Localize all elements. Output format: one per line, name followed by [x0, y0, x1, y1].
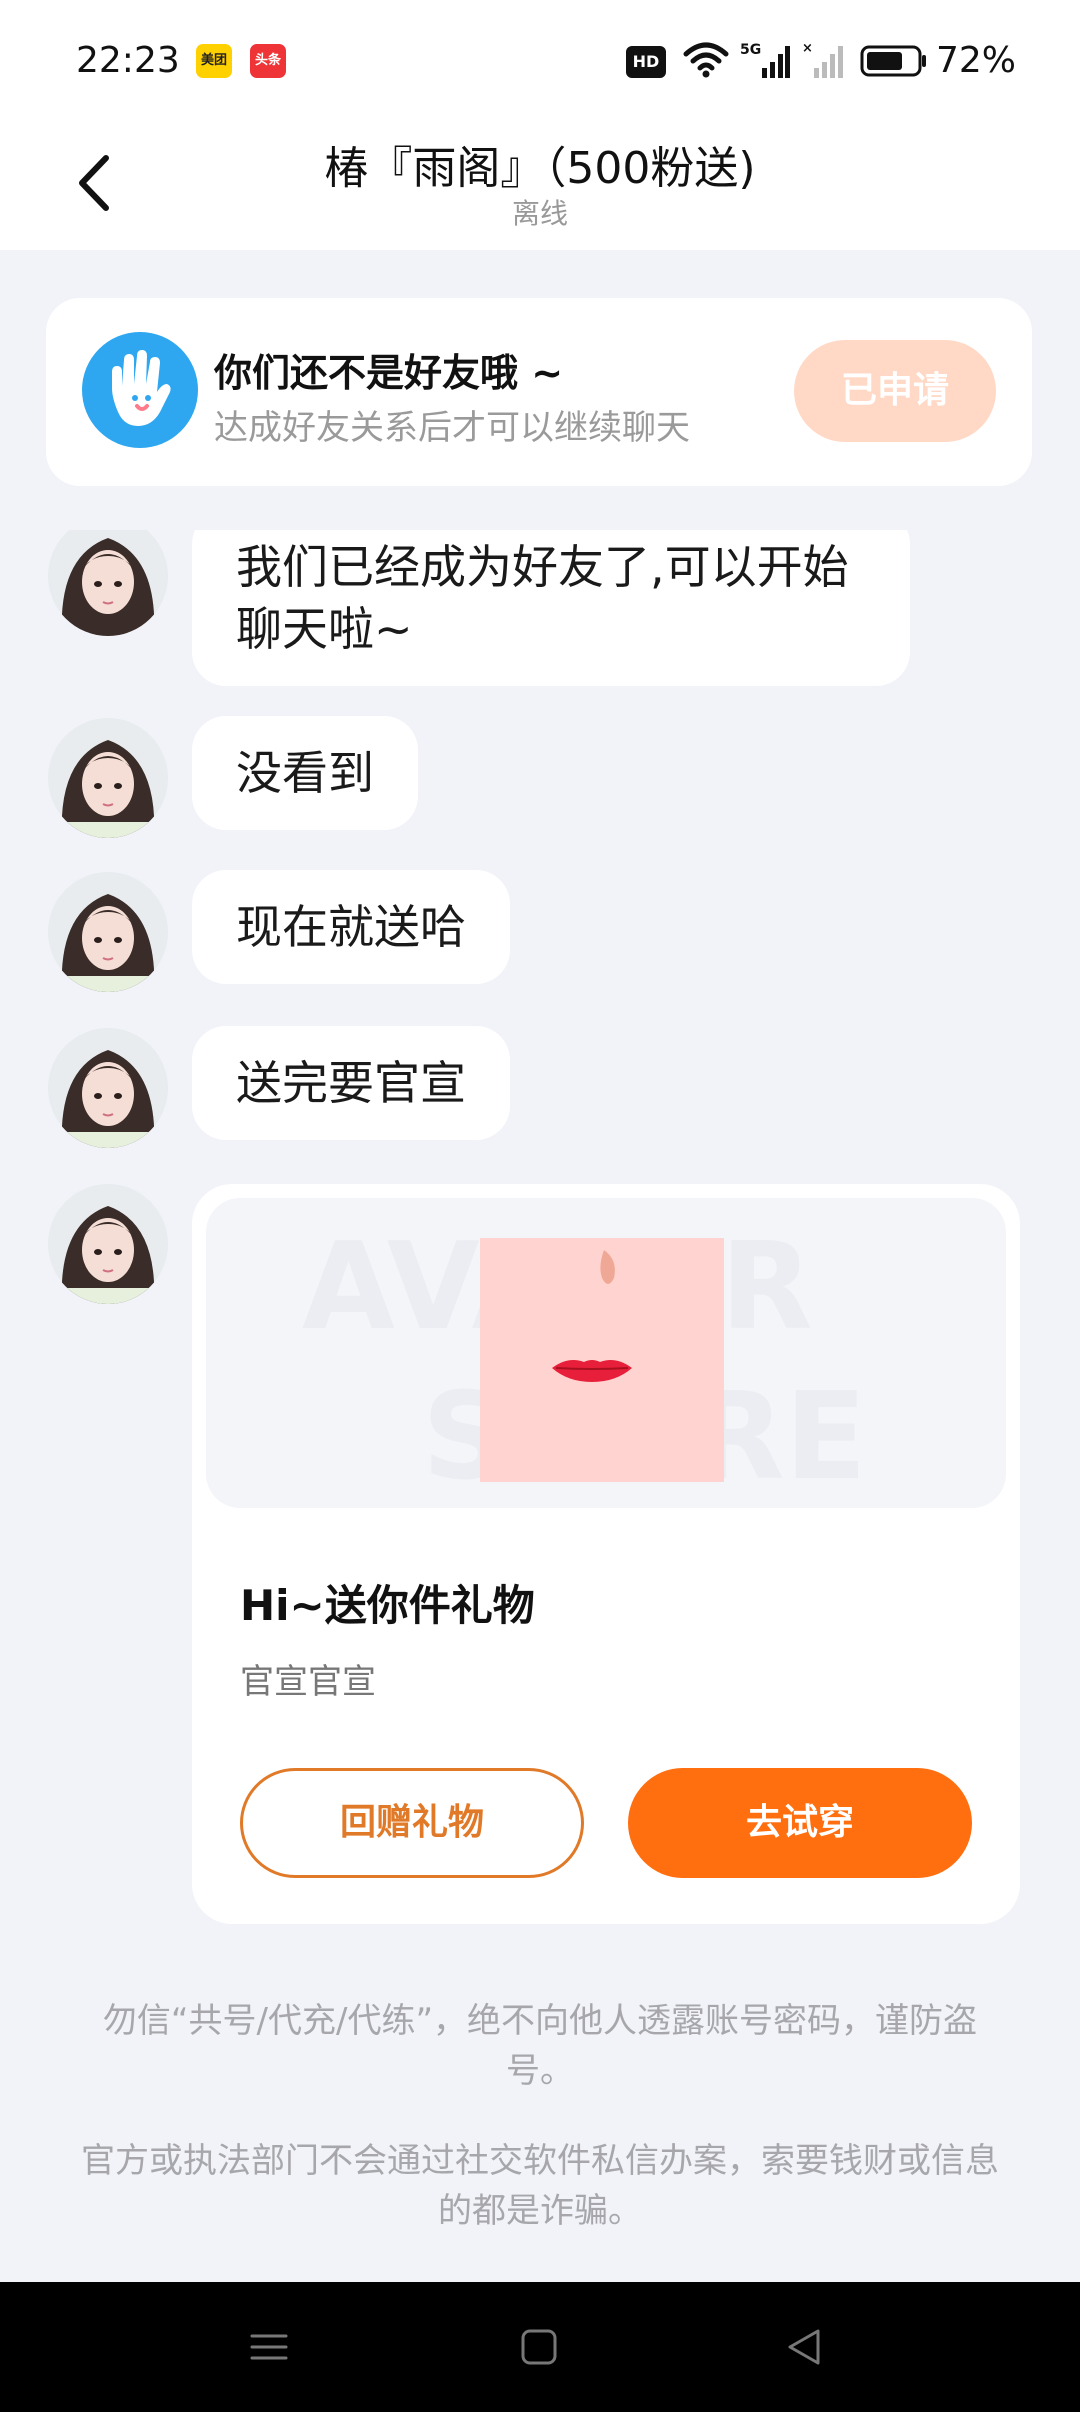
online-status: 离线	[511, 197, 568, 230]
chat-screen: 22:23 美团 头条 HD 5G × 72% 椿『雨阁』（500粉送) 离线 …	[0, 0, 1080, 2412]
battery-percent: 72%	[936, 40, 1017, 81]
toutiao-app-icon: 头条	[250, 44, 286, 78]
menu-icon[interactable]	[244, 2322, 294, 2372]
not-friends-banner: 你们还不是好友哦 ~ 达成好友关系后才可以继续聊天 已申请	[46, 298, 1032, 486]
gift-image-area[interactable]: AVATAR STORE	[206, 1198, 1006, 1508]
system-nav-bar	[0, 2282, 1080, 2412]
hd-icon: HD	[626, 46, 666, 78]
message-bubble[interactable]: 没看到	[192, 716, 418, 830]
safety-notice-account: 勿信“共号/代充/代练”，绝不向他人透露账号密码，谨防盗号。	[102, 2001, 978, 2091]
sender-avatar[interactable]	[48, 872, 168, 992]
sender-avatar[interactable]	[48, 530, 168, 636]
message-bubble[interactable]: 我们已经成为好友了,可以开始聊天啦~	[192, 530, 910, 686]
try-on-button[interactable]: 去试穿	[628, 1768, 972, 1878]
message-bubble[interactable]: 现在就送哈	[192, 870, 510, 984]
sender-avatar[interactable]	[48, 1028, 168, 1148]
gift-lip-makeup-image[interactable]	[480, 1238, 724, 1482]
gift-title: Hi~送你件礼物	[240, 1581, 535, 1630]
svg-text:5G: 5G	[740, 42, 761, 58]
banner-title: 你们还不是好友哦 ~	[214, 351, 564, 395]
signal-5g-icon: 5G	[740, 42, 790, 78]
signal-no-sim-icon: ×	[802, 41, 843, 78]
meituan-app-icon: 美团	[196, 44, 232, 78]
battery-icon	[860, 45, 926, 77]
chat-title: 椿『雨阁』（500粉送)	[324, 143, 756, 194]
chat-header: 椿『雨阁』（500粉送) 离线	[0, 110, 1080, 250]
status-time: 22:23	[76, 40, 180, 81]
gift-subtitle: 官宣官宣	[240, 1662, 376, 1702]
svg-text:×: ×	[802, 41, 813, 56]
hand-wave-icon	[82, 332, 198, 448]
sender-avatar[interactable]	[48, 1184, 168, 1304]
sender-avatar[interactable]	[48, 718, 168, 838]
gift-card[interactable]: AVATAR STORE Hi~送你件礼物 官宣官宣 回赠礼物 去试穿	[192, 1184, 1020, 1924]
safety-notice-fraud: 官方或执法部门不会通过社交软件私信办案，索要钱财或信息的都是诈骗。	[81, 2141, 999, 2231]
back-triangle-icon[interactable]	[780, 2322, 830, 2372]
home-icon[interactable]	[514, 2322, 564, 2372]
wifi-icon	[683, 42, 729, 78]
message-list[interactable]: 我们已经成为好友了,可以开始聊天啦~ 没看到 现在就送哈 送完要官宣 Hi~送你…	[0, 530, 1080, 1940]
banner-subtitle: 达成好友关系后才可以继续聊天	[214, 408, 690, 448]
return-gift-button[interactable]: 回赠礼物	[240, 1768, 584, 1878]
status-bar: 22:23 美团 头条 HD 5G × 72%	[0, 0, 1080, 110]
applied-button[interactable]: 已申请	[794, 340, 996, 442]
message-bubble[interactable]: 送完要官宣	[192, 1026, 510, 1140]
